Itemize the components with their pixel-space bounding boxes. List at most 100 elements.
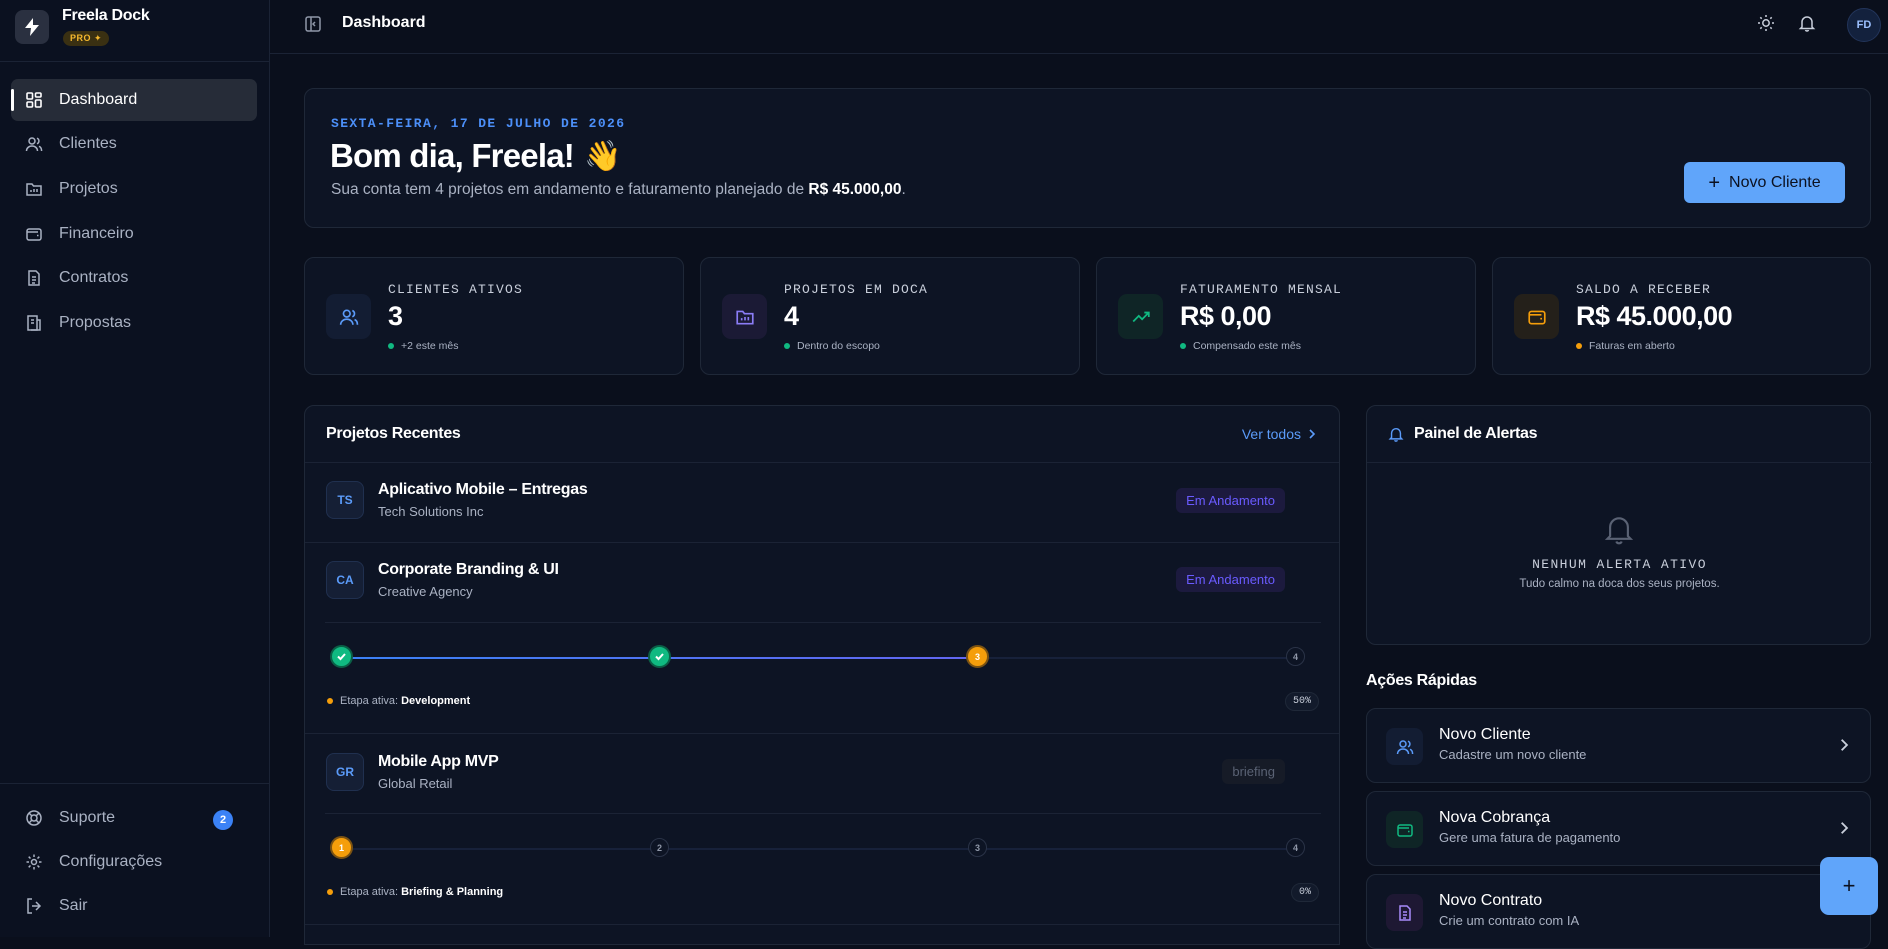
stat-value: 4	[784, 301, 799, 331]
quick-action-new-charge[interactable]: Nova Cobrança Gere uma fatura de pagamen…	[1366, 791, 1871, 866]
new-client-label: Novo Cliente	[1729, 173, 1821, 191]
greeting-heading: Bom dia, Freela! 👋	[330, 137, 621, 175]
dashboard-grid-icon	[26, 92, 42, 108]
sidebar-item-label: Sair	[59, 897, 88, 914]
sidebar-item-label: Configurações	[59, 853, 163, 870]
project-name[interactable]: Aplicativo Mobile – Entregas	[378, 481, 588, 499]
lightning-logo-icon[interactable]	[15, 10, 49, 44]
chevron-right-icon	[1841, 822, 1849, 834]
project-client: Tech Solutions Inc	[378, 504, 484, 519]
stat-label: SALDO A RECEBER	[1576, 282, 1712, 297]
floating-add-button[interactable]: +	[1820, 857, 1878, 915]
wallet-icon	[1514, 294, 1559, 339]
planned-revenue: R$ 45.000,00	[808, 181, 902, 198]
wallet-icon	[26, 228, 42, 241]
sidebar-toggle-icon[interactable]	[304, 15, 322, 33]
wallet-icon	[1386, 811, 1423, 848]
stat-value: 3	[388, 301, 403, 331]
stat-note: Dentro do escopo	[784, 340, 880, 352]
sidebar-item-sair[interactable]: Sair	[11, 885, 257, 927]
sidebar-item-projetos[interactable]: Projetos	[11, 168, 257, 210]
users-icon	[326, 294, 371, 339]
stat-note: Compensado este mês	[1180, 340, 1301, 352]
quick-action-new-client[interactable]: Novo Cliente Cadastre um novo cliente	[1366, 708, 1871, 783]
pro-badge: PRO ✦	[63, 31, 110, 46]
bell-icon	[1388, 427, 1404, 442]
sidebar: Freela Dock PRO ✦ Dashboard Clientes Pro…	[0, 0, 270, 937]
check-icon	[648, 645, 671, 668]
status-badge: Em Andamento	[1176, 488, 1285, 513]
stat-note: +2 este mês	[388, 340, 459, 352]
recent-projects-card: Projetos Recentes Ver todos TS Aplicativ…	[304, 405, 1340, 945]
new-client-button[interactable]: + Novo Cliente	[1684, 162, 1845, 203]
sidebar-item-configuracoes[interactable]: Configurações	[11, 841, 257, 883]
step-marker: 3	[968, 838, 987, 857]
progress-percent: 50%	[1284, 692, 1319, 711]
step-marker: 3	[966, 645, 989, 668]
stat-label: CLIENTES ATIVOS	[388, 282, 524, 297]
project-client: Creative Agency	[378, 584, 473, 599]
sidebar-item-label: Projetos	[59, 180, 118, 197]
stat-label: PROJETOS EM DOCA	[784, 282, 929, 297]
sidebar-item-label: Contratos	[59, 269, 129, 286]
proposal-icon	[27, 315, 41, 331]
sidebar-item-clientes[interactable]: Clientes	[11, 123, 257, 165]
see-all-link[interactable]: Ver todos	[1242, 426, 1317, 442]
plus-icon: +	[1708, 171, 1721, 194]
summary-suffix: .	[901, 181, 906, 198]
step-marker: 1	[330, 836, 353, 859]
document-icon	[1386, 894, 1423, 931]
stat-card-projetos: PROJETOS EM DOCA 4 Dentro do escopo	[700, 257, 1080, 375]
step-marker: 4	[1286, 838, 1305, 857]
chevron-right-icon	[1309, 429, 1316, 439]
project-client: Global Retail	[378, 776, 453, 791]
document-icon	[28, 270, 40, 286]
users-icon	[25, 137, 43, 152]
sidebar-item-label: Clientes	[59, 135, 117, 152]
project-stepper: 3 4	[330, 645, 1310, 671]
sidebar-item-contratos[interactable]: Contratos	[11, 257, 257, 299]
active-stage: Etapa ativa: Briefing & Planning	[327, 886, 503, 898]
current-date: SEXTA-FEIRA, 17 DE JULHO DE 2026	[331, 116, 626, 131]
welcome-card: SEXTA-FEIRA, 17 DE JULHO DE 2026 Bom dia…	[304, 88, 1871, 228]
trending-up-icon	[1118, 294, 1163, 339]
quick-action-subtitle: Cadastre um novo cliente	[1439, 747, 1587, 762]
user-avatar[interactable]: FD	[1847, 8, 1881, 42]
sidebar-item-financeiro[interactable]: Financeiro	[11, 213, 257, 255]
sidebar-item-suporte[interactable]: Suporte 2	[11, 797, 257, 839]
stat-value: R$ 45.000,00	[1576, 301, 1733, 331]
chevron-right-icon	[1841, 739, 1849, 751]
welcome-summary: Sua conta tem 4 projetos em andamento e …	[331, 181, 906, 199]
summary-text: Sua conta tem 4 projetos em andamento e …	[331, 181, 809, 198]
gear-icon	[26, 854, 42, 870]
active-stage: Etapa ativa: Development	[327, 695, 470, 707]
progress-percent: 0%	[1290, 883, 1319, 902]
quick-action-new-contract[interactable]: Novo Contrato Crie um contrato com IA	[1366, 874, 1871, 949]
sidebar-item-dashboard[interactable]: Dashboard	[11, 79, 257, 121]
stat-card-faturamento: FATURAMENTO MENSAL R$ 0,00 Compensado es…	[1096, 257, 1476, 375]
greeting-text: Bom dia, Freela!	[330, 137, 575, 174]
project-avatar: CA	[326, 561, 364, 599]
stat-value: R$ 0,00	[1180, 301, 1272, 331]
folder-chart-icon	[722, 294, 767, 339]
project-stepper: 1 2 3 4	[330, 836, 1310, 862]
check-icon	[330, 645, 353, 668]
empty-state-title: NENHUM ALERTA ATIVO	[1532, 557, 1707, 572]
brand: Freela Dock PRO ✦	[0, 0, 270, 62]
sun-icon[interactable]	[1757, 14, 1775, 32]
project-name[interactable]: Mobile App MVP	[378, 753, 499, 771]
bell-icon[interactable]	[1798, 14, 1816, 32]
quick-action-title: Novo Contrato	[1439, 892, 1543, 909]
sidebar-item-propostas[interactable]: Propostas	[11, 302, 257, 344]
quick-action-title: Novo Cliente	[1439, 726, 1531, 743]
page-title: Dashboard	[342, 14, 426, 31]
sidebar-item-label: Dashboard	[59, 91, 138, 108]
waving-hand-emoji: 👋	[583, 139, 621, 173]
quick-action-subtitle: Crie um contrato com IA	[1439, 913, 1580, 928]
project-name[interactable]: Corporate Branding & UI	[378, 561, 559, 579]
stat-card-saldo: SALDO A RECEBER R$ 45.000,00 Faturas em …	[1492, 257, 1871, 375]
users-icon	[1386, 728, 1423, 765]
sidebar-item-label: Suporte	[59, 809, 116, 826]
brand-name: Freela Dock	[62, 7, 150, 24]
support-count-badge: 2	[213, 810, 233, 830]
